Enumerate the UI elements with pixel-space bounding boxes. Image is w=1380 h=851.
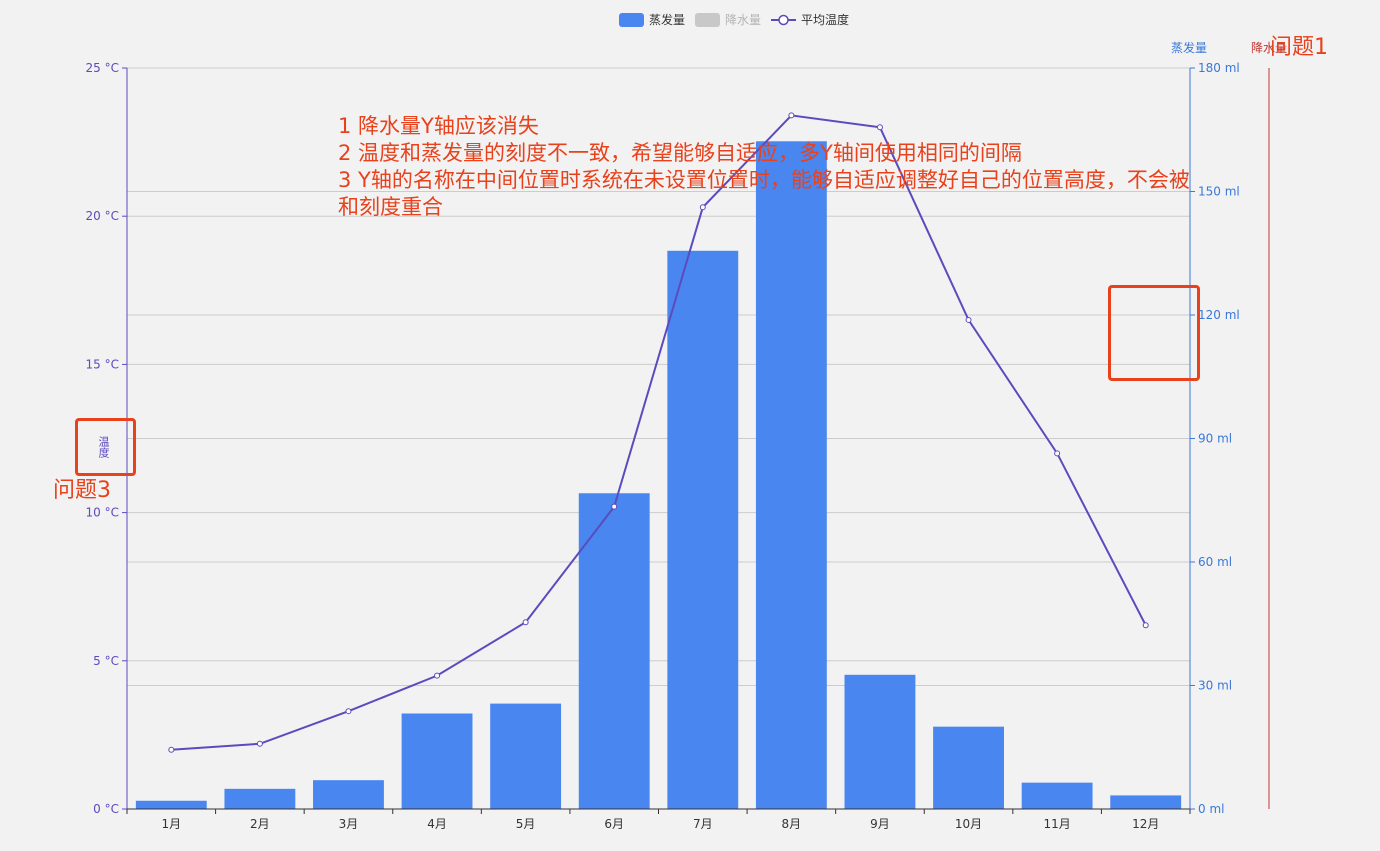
x-axis-tick-label: 2月 [250, 817, 270, 831]
right-axis-tick-label: 150 ml [1198, 185, 1240, 199]
annotation-line-1: 1 降水量Y轴应该消失 [338, 114, 539, 138]
evaporation-bar [667, 250, 739, 809]
x-axis-tick-label: 6月 [604, 817, 624, 831]
temperature-point [1054, 450, 1061, 457]
problem1-label: 问题1 [1270, 35, 1328, 60]
legend-item-evaporation[interactable]: 蒸发量 [619, 11, 685, 28]
evaporation-bar [135, 800, 207, 809]
x-axis-tick-label: 10月 [955, 817, 982, 831]
x-axis-tick-label: 3月 [339, 817, 359, 831]
left-axis-tick-label: 25 °C [86, 61, 119, 75]
legend-label-evaporation: 蒸发量 [649, 13, 686, 27]
temperature-point [434, 672, 441, 679]
temperature-point [1142, 622, 1149, 629]
annotation-line-2: 2 温度和蒸发量的刻度不一致，希望能够自适应，多Y轴间使用相同的间隔 [338, 141, 1022, 165]
right-axis-tick-label: 60 ml [1198, 555, 1232, 569]
evaporation-bar [224, 788, 296, 809]
evaporation-bar [933, 726, 1004, 809]
legend: 蒸发量 降水量 平均温度 [619, 11, 859, 28]
right-axis-tick-label: 180 ml [1198, 61, 1240, 75]
left-axis-tick-label: 10 °C [86, 506, 119, 520]
temperature-point [256, 740, 263, 747]
legend-label-temperature: 平均温度 [801, 13, 850, 27]
legend-swatch-evaporation [619, 12, 644, 27]
legend-line-icon [771, 14, 797, 25]
x-axis-tick-label: 12月 [1132, 817, 1159, 831]
right-axis-name-evaporation: 蒸发量 [1171, 41, 1208, 55]
x-axis-tick-label: 7月 [693, 817, 713, 831]
issue-annotations: 1 降水量Y轴应该消失 2 温度和蒸发量的刻度不一致，希望能够自适应，多Y轴间使… [338, 113, 1190, 221]
legend-label-precipitation: 降水量 [725, 13, 762, 27]
right-axis-tick-label: 90 ml [1198, 432, 1232, 446]
evaporation-bar [844, 674, 916, 809]
x-axis-tick-label: 8月 [782, 817, 802, 831]
temperature-point [345, 708, 352, 715]
annotation-line-3: 3 Y轴的名称在中间位置时系统在未设置位置时，能够自适应调整好自己的位置高度，不… [338, 168, 1190, 192]
evaporation-bar [313, 780, 384, 809]
left-axis-tick-label: 20 °C [86, 209, 119, 223]
right-axis-tick-label: 0 ml [1198, 802, 1224, 816]
x-axis-tick-label: 9月 [870, 817, 890, 831]
evaporation-bars [135, 141, 1182, 809]
temperature-point [168, 746, 175, 753]
x-axis-tick-label: 4月 [427, 817, 447, 831]
x-axis-tick-label: 1月 [161, 817, 181, 831]
annotation-line-4: 和刻度重合 [338, 195, 443, 219]
right-axis-tick-label: 120 ml [1198, 308, 1240, 322]
temperature-point [522, 619, 529, 626]
evaporation-bar [1021, 782, 1093, 809]
left-axis-tick-label: 5 °C [93, 654, 119, 668]
legend-item-temperature[interactable]: 平均温度 [771, 11, 849, 28]
left-axis-tick-label: 15 °C [86, 357, 119, 371]
legend-item-precipitation[interactable]: 降水量 [695, 11, 761, 28]
x-axis-tick-label: 5月 [516, 817, 536, 831]
highlight-box-left-axis-name [75, 418, 136, 476]
evaporation-bar [490, 703, 562, 809]
x-axis-tick-label: 11月 [1043, 817, 1070, 831]
evaporation-bar [1110, 795, 1182, 809]
temperature-point [965, 316, 972, 323]
evaporation-bar [401, 713, 473, 809]
left-axis-tick-label: 0 °C [93, 802, 119, 816]
legend-swatch-precipitation [695, 12, 721, 27]
temperature-point [611, 503, 618, 510]
problem3-label: 问题3 [53, 478, 111, 503]
right-axis-tick-label: 30 ml [1198, 679, 1232, 693]
highlight-box-right-axis-gap [1108, 285, 1200, 381]
evaporation-bar [755, 141, 827, 809]
